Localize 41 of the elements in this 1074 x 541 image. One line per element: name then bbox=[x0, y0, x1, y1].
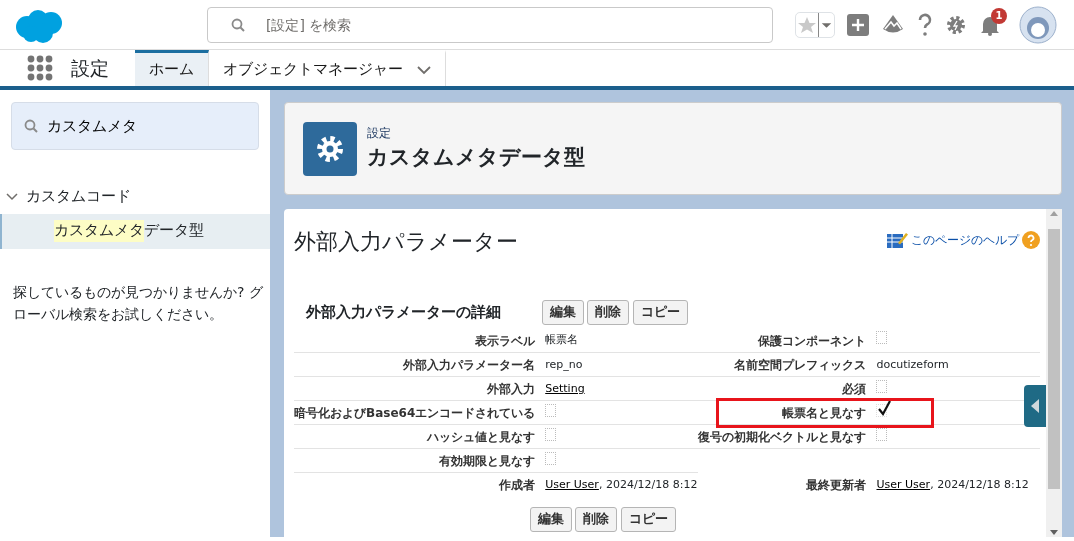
user-link[interactable]: User User bbox=[876, 477, 931, 491]
field-label: 必須 bbox=[842, 381, 867, 396]
nav-tab[interactable]: オブジェクトマネージャー bbox=[209, 50, 446, 86]
sidebar-search-field[interactable]: カスタムメタ bbox=[11, 102, 259, 150]
field-value: docutizeform bbox=[876, 357, 949, 371]
help-link[interactable]: このページのヘルプ bbox=[910, 231, 1019, 249]
field-label: 有効期限と見なす bbox=[439, 453, 536, 468]
field-label: 暗号化およびBase64エンコードされている bbox=[294, 405, 536, 420]
action-button[interactable]: コピー bbox=[620, 506, 676, 532]
action-button[interactable]: 削除 bbox=[587, 300, 630, 325]
page-title: カスタムメタデータ型 bbox=[367, 143, 585, 171]
detail-title: 外部入力パラメーター bbox=[294, 228, 518, 256]
notification-badge: 1 bbox=[991, 7, 1007, 24]
search-field[interactable]: [設定] を検索 bbox=[207, 6, 773, 43]
field-label: 保護コンポーネント bbox=[758, 333, 867, 348]
tree-item[interactable]: カスタムメタ データ型 bbox=[0, 213, 270, 249]
timestamp: , 2024/12/18 8:12 bbox=[598, 477, 698, 491]
section-title: 外部入力パラメーターの詳細 bbox=[306, 302, 502, 322]
help-text: 探しているものが見つかりませんか? グローバル検索をお試しください。 bbox=[13, 282, 263, 324]
tree-group[interactable]: カスタムコード bbox=[0, 186, 270, 208]
field-label: 作成者 bbox=[499, 478, 536, 492]
user-link[interactable]: User User bbox=[545, 477, 599, 491]
app-name: 設定 bbox=[71, 55, 109, 81]
action-button[interactable]: 編集 bbox=[530, 506, 572, 532]
field-label: 復号の初期化ベクトルと見なす bbox=[698, 429, 867, 444]
nav-tab[interactable]: ホーム bbox=[135, 50, 209, 86]
breadcrumb-link[interactable]: 設定 bbox=[367, 123, 585, 142]
field-value: rep_no bbox=[545, 357, 583, 371]
field-label: 帳票名と見なす bbox=[782, 405, 867, 420]
timestamp: , 2024/12/18 8:12 bbox=[930, 477, 1029, 491]
field-label: 最終更新者 bbox=[806, 477, 867, 492]
field-label: 外部入力 bbox=[487, 381, 536, 396]
field-value: 帳票名 bbox=[545, 333, 579, 347]
field-label: 表示ラベル bbox=[475, 333, 536, 348]
action-button[interactable]: 削除 bbox=[575, 506, 618, 532]
field-label: ハッシュ値と見なす bbox=[427, 429, 536, 444]
action-button[interactable]: 編集 bbox=[542, 300, 584, 325]
action-button[interactable]: コピー bbox=[632, 300, 688, 325]
field-label: 名前空間プレフィックス bbox=[734, 357, 867, 372]
field-link[interactable]: Setting bbox=[545, 381, 585, 395]
field-label: 外部入力パラメーター名 bbox=[403, 357, 536, 372]
